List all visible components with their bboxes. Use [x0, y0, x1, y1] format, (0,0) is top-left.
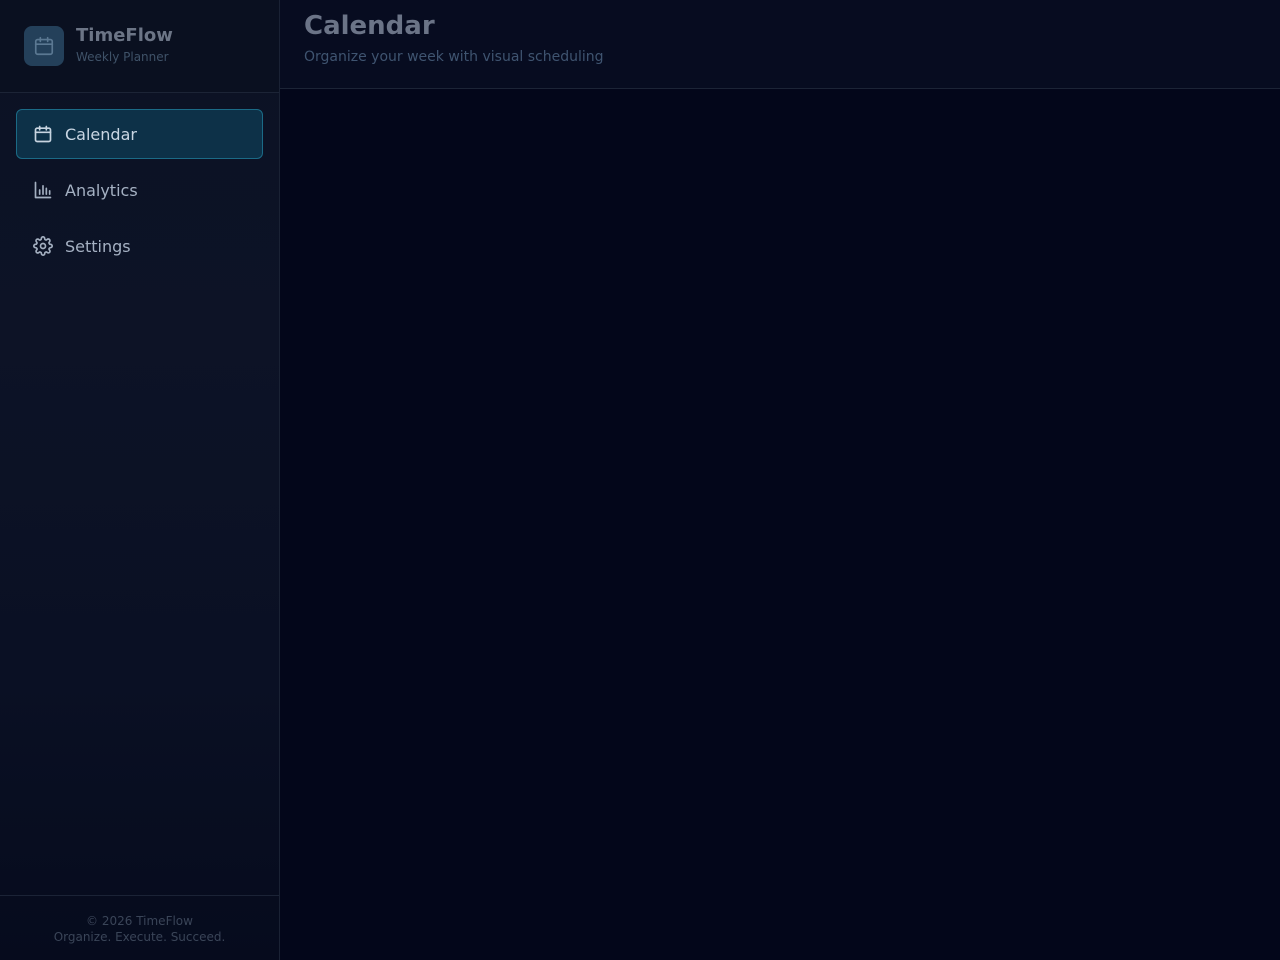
sidebar-item-analytics[interactable]: Analytics: [16, 165, 263, 215]
footer-copyright: © 2026 TimeFlow: [86, 914, 193, 928]
gear-icon: [33, 236, 53, 256]
sidebar-item-label: Calendar: [65, 124, 137, 144]
page-subtitle: Organize your week with visual schedulin…: [304, 49, 604, 65]
footer-tagline: Organize. Execute. Succeed.: [53, 930, 226, 944]
sidebar-nav: Calendar Analytics Settings: [0, 93, 279, 277]
sidebar-item-label: Settings: [65, 236, 131, 256]
calendar-content-area: [280, 89, 1280, 960]
calendar-icon: [33, 124, 53, 144]
calendar-icon: [24, 25, 64, 66]
main-panel: Calendar Organize your week with visual …: [280, 0, 1280, 960]
brand-text: TimeFlow Weekly Planner: [76, 25, 173, 65]
app-root: TimeFlow Weekly Planner Calendar Analyti…: [0, 0, 1280, 960]
sidebar-item-label: Analytics: [65, 180, 138, 200]
sidebar-footer: © 2026 TimeFlow Organize. Execute. Succe…: [0, 895, 279, 960]
brand-title: TimeFlow: [76, 25, 173, 46]
bar-chart-icon: [33, 180, 53, 200]
sidebar-item-settings[interactable]: Settings: [16, 221, 263, 271]
page-title: Calendar: [304, 11, 435, 41]
page-header: Calendar Organize your week with visual …: [280, 0, 1280, 89]
sidebar-item-calendar[interactable]: Calendar: [16, 109, 263, 159]
brand: TimeFlow Weekly Planner: [0, 0, 279, 93]
brand-subtitle: Weekly Planner: [76, 50, 169, 64]
sidebar: TimeFlow Weekly Planner Calendar Analyti…: [0, 0, 280, 960]
